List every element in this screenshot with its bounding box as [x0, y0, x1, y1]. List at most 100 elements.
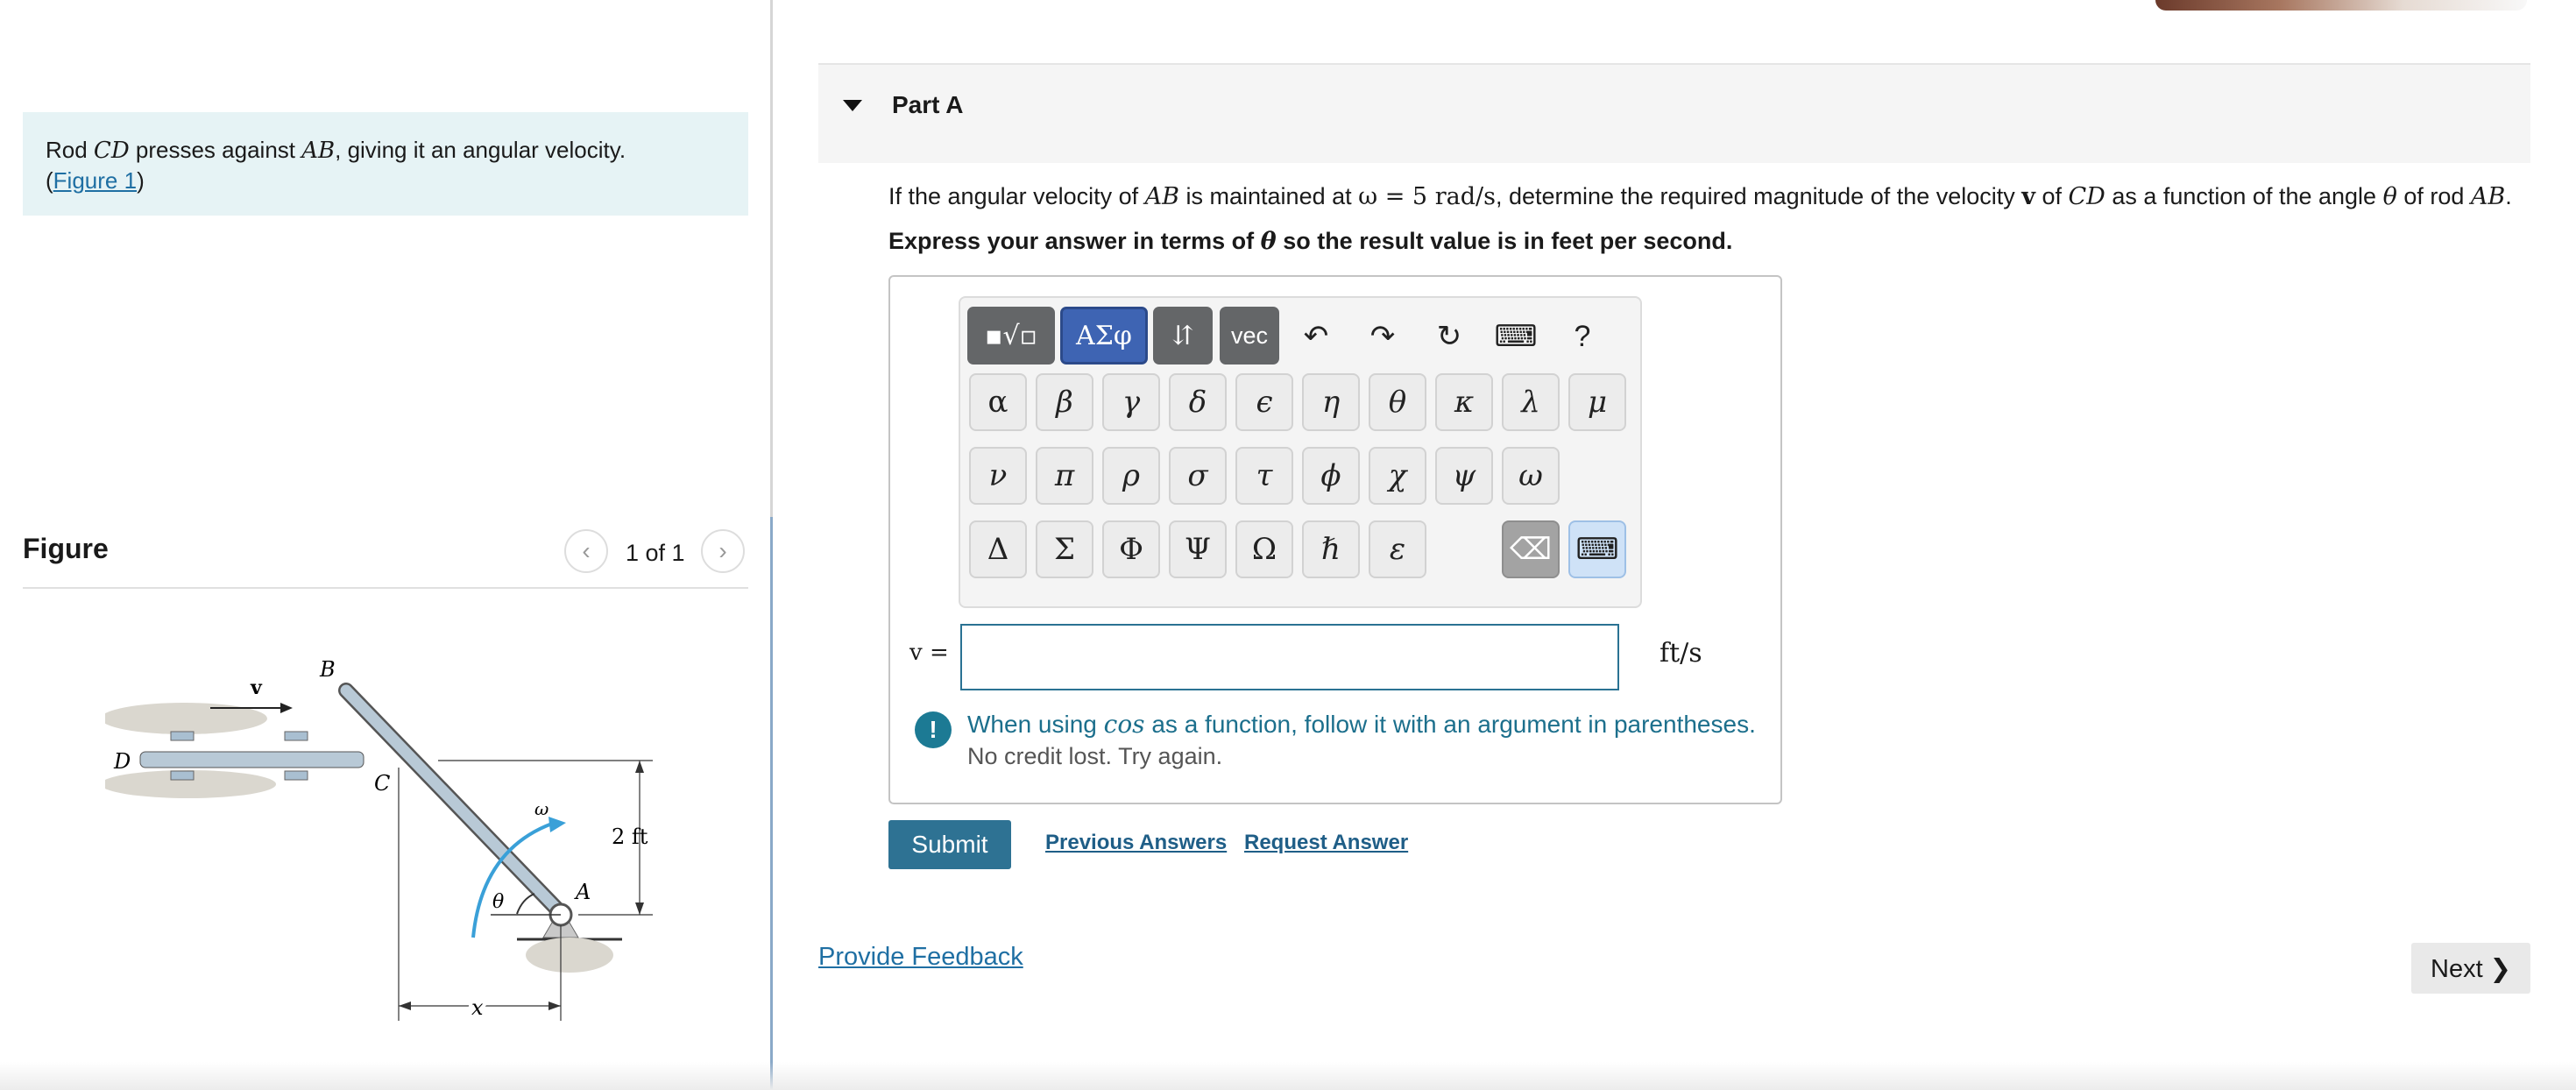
question-fragment: of rod: [2396, 183, 2471, 209]
keyboard-toggle-icon[interactable]: ⌨: [1568, 520, 1626, 578]
symbol-key[interactable]: ρ: [1102, 447, 1160, 505]
theta-arc: [516, 893, 535, 915]
templates-button[interactable]: ▪√▫: [967, 307, 1055, 365]
instruction-fragment: so the result value is in feet per secon…: [1276, 228, 1733, 254]
figure-header: Figure ‹ 1 of 1 ›: [23, 529, 748, 589]
question-fragment: of: [2035, 183, 2069, 209]
chevron-right-icon: ›: [718, 537, 727, 564]
label-a: A: [574, 880, 591, 904]
previous-answers-link[interactable]: Previous Answers: [1045, 831, 1227, 855]
symbol-key[interactable]: ℏ: [1302, 520, 1360, 578]
symbol-key[interactable]: σ: [1169, 447, 1227, 505]
math-cd: CD: [2068, 183, 2105, 210]
ground-support: [526, 938, 613, 973]
warning-function: cos: [1103, 710, 1145, 739]
part-header[interactable]: Part A: [818, 63, 2530, 163]
math-omega: ω = 5 rad/s: [1358, 183, 1496, 210]
help-icon[interactable]: ?: [1556, 310, 1609, 363]
figure-count: 1 of 1: [626, 540, 685, 566]
left-panel: Rod CD presses against AB, giving it an …: [0, 0, 770, 1090]
undo-icon[interactable]: ↶: [1290, 310, 1342, 363]
label-x: x: [471, 995, 484, 1020]
symbol-key[interactable]: θ: [1369, 373, 1426, 431]
x-arrow-left: [399, 1002, 411, 1010]
symbol-key[interactable]: δ: [1169, 373, 1227, 431]
symbol-key[interactable]: Φ: [1102, 520, 1160, 578]
symbol-key[interactable]: ε: [1369, 520, 1426, 578]
prompt-text: Rod: [46, 137, 94, 163]
symbol-key[interactable]: τ: [1235, 447, 1293, 505]
reset-icon[interactable]: ↻: [1423, 310, 1476, 363]
arrows-button[interactable]: ⇵: [1153, 307, 1213, 365]
paren-open: (: [46, 167, 53, 194]
x-arrow-right: [548, 1002, 561, 1010]
instruction-fragment: Express your answer in terms of: [888, 228, 1261, 254]
provide-feedback-link[interactable]: Provide Feedback: [818, 943, 1023, 972]
symbol-key[interactable]: ω: [1502, 447, 1560, 505]
omega-arrowhead: [548, 817, 566, 832]
symbol-key[interactable]: Σ: [1036, 520, 1093, 578]
figure-link[interactable]: Figure 1: [53, 167, 137, 194]
answer-box: ▪√▫ ΑΣφ ⇵ vec ↶ ↷ ↻ ⌨ ? α β γ δ ϵ η θ κ …: [888, 275, 1782, 804]
answer-input[interactable]: [960, 624, 1619, 690]
top-image-edge: [2155, 0, 2527, 11]
question-fragment: If the angular velocity of: [888, 183, 1145, 209]
symbol-key[interactable]: μ: [1568, 373, 1626, 431]
symbol-key[interactable]: π: [1036, 447, 1093, 505]
previous-figure-button[interactable]: ‹: [564, 529, 608, 573]
symbol-key[interactable]: ϕ: [1302, 447, 1360, 505]
warning-message: When using cos as a function, follow it …: [967, 710, 1756, 739]
label-v: v: [250, 676, 263, 699]
symbol-key[interactable]: ϵ: [1235, 373, 1293, 431]
warning-subtext: No credit lost. Try again.: [967, 743, 1223, 769]
answer-units: ft/s: [1660, 638, 1702, 669]
guide-block: [284, 770, 308, 781]
question-fragment: , determine the required magnitude of th…: [1495, 183, 2022, 209]
dim-arrow-bottom: [635, 902, 644, 915]
next-figure-button[interactable]: ›: [701, 529, 745, 573]
math-ab: AB: [1144, 183, 1180, 210]
answer-variable-label: v =: [909, 640, 949, 666]
symbol-key[interactable]: ψ: [1435, 447, 1493, 505]
answer-instruction: Express your answer in terms of θ so the…: [888, 228, 1732, 255]
symbol-key[interactable]: α: [969, 373, 1027, 431]
question-fragment: as a function of the angle: [2105, 183, 2383, 209]
keyboard-shortcuts-icon[interactable]: ⌨: [1490, 310, 1542, 363]
guide-block: [170, 731, 195, 741]
symbol-key[interactable]: Ψ: [1169, 520, 1227, 578]
vec-button[interactable]: vec: [1220, 307, 1279, 365]
prompt-math-cd: CD: [93, 138, 130, 164]
symbol-key[interactable]: χ: [1369, 447, 1426, 505]
symbol-key[interactable]: λ: [1502, 373, 1560, 431]
symbol-key[interactable]: β: [1036, 373, 1093, 431]
caret-down-icon[interactable]: [843, 100, 862, 111]
symbol-key[interactable]: κ: [1435, 373, 1493, 431]
part-title: Part A: [892, 91, 964, 118]
symbol-key[interactable]: ν: [969, 447, 1027, 505]
warning-fragment: as a function, follow it with an argumen…: [1144, 711, 1756, 738]
math-theta: θ: [2382, 183, 2397, 210]
rod-cd: [139, 751, 364, 768]
problem-statement: Rod CD presses against AB, giving it an …: [23, 112, 748, 216]
backspace-icon[interactable]: ⌫: [1502, 520, 1560, 578]
request-answer-link[interactable]: Request Answer: [1244, 831, 1408, 855]
symbol-key[interactable]: Ω: [1235, 520, 1293, 578]
symbol-key[interactable]: η: [1302, 373, 1360, 431]
symbol-key[interactable]: γ: [1102, 373, 1160, 431]
greek-button[interactable]: ΑΣφ: [1060, 307, 1148, 365]
question-fragment: is maintained at: [1179, 183, 1359, 209]
question-fragment: .: [2505, 183, 2512, 209]
label-theta: θ: [492, 891, 504, 913]
symbol-key[interactable]: Δ: [969, 520, 1027, 578]
warning-fragment: When using: [967, 711, 1104, 738]
math-v: v: [2021, 183, 2035, 210]
label-b: B: [319, 657, 336, 682]
label-omega: ω: [534, 798, 548, 819]
figure-title: Figure: [23, 533, 109, 564]
guide-block: [170, 770, 195, 781]
redo-icon[interactable]: ↷: [1356, 310, 1409, 363]
next-button[interactable]: Next ❯: [2411, 943, 2530, 994]
mechanism-figure: v ω θ B D C A 2 ft x x: [105, 657, 653, 1023]
submit-button[interactable]: Submit: [888, 820, 1011, 869]
guide-block: [284, 731, 308, 741]
